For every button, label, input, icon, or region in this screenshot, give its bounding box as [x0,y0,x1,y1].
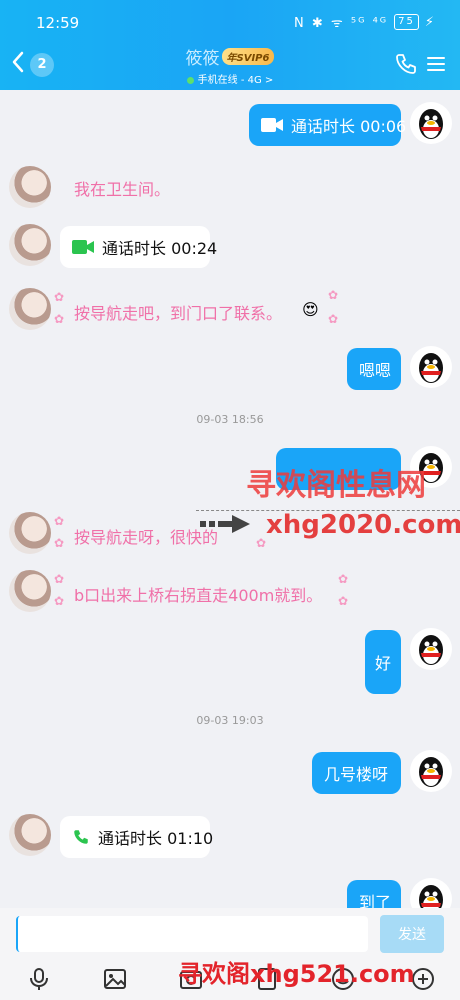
timestamp: 09-03 18:56 [196,413,264,426]
contact-avatar[interactable] [9,814,51,856]
hamburger-menu-icon [427,57,445,71]
chat-header: 12:59 N ✱ ᯤ ⁵ᴳ ⁴ᴳ 75 ⚡ 2 筱筱 年SVIP6 手机在线 -… [0,0,460,90]
back-button[interactable]: 2 [10,50,54,79]
image-icon [104,969,126,989]
image-button[interactable] [102,966,128,992]
contact-avatar[interactable] [9,224,51,266]
microphone-icon [30,968,48,990]
watermark-url: xhg2020.com [266,510,460,540]
contact-avatar[interactable] [9,288,51,330]
call-duration-text: 通话时长 01:10 [98,829,214,848]
message-bubble-mine[interactable]: 好 [365,630,401,694]
phone-call-button[interactable] [394,52,418,76]
unread-count-badge: 2 [30,52,54,77]
emoji-icon: 😍 [302,300,319,319]
flower-decoration-icon: ✿ [338,594,349,608]
message-text-theirs: b口出来上桥右拐直走400m就到。 [74,586,323,605]
status-bar: 12:59 N ✱ ᯤ ⁵ᴳ ⁴ᴳ 75 ⚡ [0,0,460,44]
phone-call-icon [72,828,90,846]
penguin-avatar-icon [419,109,443,139]
flower-decoration-icon: ✿ [328,312,339,326]
phone-icon [396,54,416,74]
message-text-theirs: 按导航走吧，到门口了联系。 [74,304,283,323]
voice-button[interactable] [26,966,52,992]
flower-decoration-icon: ✿ [54,312,65,326]
call-duration-text: 通话时长 00:06 [291,117,407,136]
message-text-theirs: 我在卫生间。 [74,180,171,199]
penguin-avatar-icon [419,635,443,665]
battery-icon: 75 [394,14,419,30]
message-bubble-mine[interactable]: 几号楼呀 [312,752,401,794]
watermark-text: 寻欢阁性息网 [246,468,426,503]
penguin-avatar-icon [419,353,443,383]
contact-avatar[interactable] [9,570,51,612]
send-button[interactable]: 发送 [380,915,444,953]
contact-name: 筱筱 [185,49,220,69]
contact-avatar[interactable] [9,166,51,208]
message-input[interactable] [16,916,368,952]
chevron-left-icon [10,50,26,79]
my-avatar[interactable] [410,346,452,388]
vip-badge: 年SVIP6 [221,48,275,65]
video-call-icon [261,117,283,133]
my-avatar[interactable] [410,628,452,670]
charging-icon: ⚡ [424,14,436,30]
online-dot-icon [186,76,194,84]
message-text-mine: 几号楼呀 [324,765,389,784]
flower-decoration-icon: ✿ [54,572,65,586]
watermark-bottom: 寻欢阁xhg521.com [178,960,415,988]
message-text-theirs: 按导航走呀，很快的 [74,528,219,547]
flower-decoration-icon: ✿ [54,594,65,608]
flower-decoration-icon: ✿ [338,572,349,586]
status-icons: N ✱ ᯤ ⁵ᴳ ⁴ᴳ 75 ⚡ [294,13,436,31]
message-text-mine: 嗯嗯 [359,361,392,380]
online-status-text: 手机在线 - 4G > [197,75,274,86]
flower-decoration-icon: ✿ [54,514,65,528]
flower-decoration-icon: ✿ [328,288,339,302]
contact-title[interactable]: 筱筱 年SVIP6 手机在线 - 4G > [150,44,310,86]
message-bubble-theirs[interactable]: 通话时长 00:24 [60,226,217,268]
flower-decoration-icon: ✿ [256,536,267,550]
my-avatar[interactable] [410,102,452,144]
online-status: 手机在线 - 4G > [150,71,310,86]
message-bubble-theirs[interactable]: 通话时长 01:10 [60,816,214,858]
timestamp: 09-03 19:03 [196,714,264,727]
flower-decoration-icon: ✿ [54,536,65,550]
contact-avatar[interactable] [9,512,51,554]
call-duration-text: 通话时长 00:24 [102,239,218,258]
menu-button[interactable] [426,54,446,74]
video-call-icon [72,239,94,255]
message-bubble-mine[interactable]: 通话时长 00:06 [249,104,406,146]
message-bubble-mine[interactable]: 嗯嗯 [347,348,401,390]
flower-decoration-icon: ✿ [54,290,65,304]
status-time: 12:59 [36,14,80,32]
input-bar: 发送 [0,908,460,958]
signal-icons: N ✱ ᯤ ⁵ᴳ ⁴ᴳ [294,16,389,31]
message-text-mine: 好 [374,654,391,673]
arrow-right-icon [200,514,252,538]
penguin-avatar-icon [419,757,443,787]
my-avatar[interactable] [410,750,452,792]
